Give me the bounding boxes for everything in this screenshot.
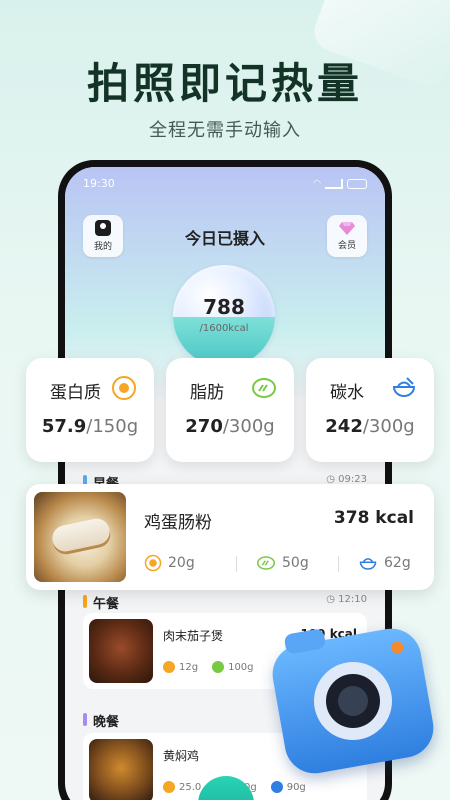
status-bar: 19:30 ◠ xyxy=(83,177,367,193)
featured-food-name: 鸡蛋肠粉 xyxy=(144,513,212,533)
egg-icon xyxy=(112,376,136,400)
dinner-food-name: 黄焖鸡 xyxy=(163,749,200,763)
fat-card[interactable]: 脂肪 270/300g xyxy=(166,358,294,462)
rice-bowl-icon xyxy=(359,558,377,570)
lunch-food-photo xyxy=(89,619,153,683)
lunch-protein: 12g xyxy=(163,661,198,673)
avocado-icon xyxy=(252,378,276,398)
lunch-food-name: 肉末茄子煲 xyxy=(163,629,224,643)
fat-label: 脂肪 xyxy=(190,383,224,403)
protein-card[interactable]: 蛋白质 57.9/150g xyxy=(26,358,154,462)
lunch-header: 午餐 ◷ 12:10 xyxy=(83,593,367,612)
lunch-time: ◷ 12:10 xyxy=(326,594,367,605)
featured-protein: 20g xyxy=(144,554,195,572)
camera-illustration-icon xyxy=(267,623,439,779)
protein-label: 蛋白质 xyxy=(50,383,101,403)
membership-label: 会员 xyxy=(337,241,356,251)
rice-bowl-icon xyxy=(392,377,416,397)
featured-fat: 50g xyxy=(256,554,309,572)
diamond-icon xyxy=(339,222,355,235)
featured-macros: 20g 50g 62g xyxy=(144,554,426,574)
divider xyxy=(236,556,237,572)
hero-title: 拍照即记热量 xyxy=(86,59,363,108)
egg-icon xyxy=(163,661,175,673)
featured-food-kcal: 378 kcal xyxy=(333,508,414,528)
divider xyxy=(338,556,339,572)
calorie-intake-value: 788 xyxy=(203,295,245,319)
hero-subtitle: 全程无需手动输入 xyxy=(149,120,301,141)
rice-bowl-icon xyxy=(270,781,283,793)
featured-meal-card[interactable]: 鸡蛋肠粉 378 kcal 20g 50g 62g xyxy=(26,484,434,590)
egg-icon xyxy=(163,781,175,793)
dinner-label: 晚餐 xyxy=(93,715,120,730)
avocado-icon xyxy=(257,556,275,570)
featured-carb: 62g xyxy=(358,554,411,572)
dinner-bar xyxy=(83,713,87,726)
calorie-goal: /1600kcal xyxy=(199,323,249,334)
lunch-bar xyxy=(83,595,87,608)
carb-label: 碳水 xyxy=(330,383,364,403)
battery-icon xyxy=(347,179,367,189)
avocado-icon xyxy=(212,661,225,673)
protein-value: 57.9/150g xyxy=(41,416,139,437)
featured-food-photo xyxy=(34,492,126,582)
wifi-icon: ◠ xyxy=(313,179,321,189)
carb-card[interactable]: 碳水 242/300g xyxy=(306,358,434,462)
dinner-carb: 90g xyxy=(270,781,306,793)
fat-value: 270/300g xyxy=(185,416,275,437)
dinner-food-photo xyxy=(89,739,153,800)
status-icons: ◠ xyxy=(313,179,367,189)
egg-icon xyxy=(144,554,162,572)
lunch-fat: 100g xyxy=(212,661,254,673)
signal-icon xyxy=(325,179,343,189)
camera-flash xyxy=(390,640,405,655)
calorie-bubble: 788 /1600kcal xyxy=(173,265,275,367)
membership-button[interactable]: 会员 xyxy=(327,215,367,257)
dinner-protein: 25.0 xyxy=(163,781,201,793)
status-time: 19:30 xyxy=(83,177,115,190)
carb-value: 242/300g xyxy=(325,416,415,437)
lunch-label: 午餐 xyxy=(93,597,120,612)
lunch-macros: 12g 100g xyxy=(163,661,254,673)
